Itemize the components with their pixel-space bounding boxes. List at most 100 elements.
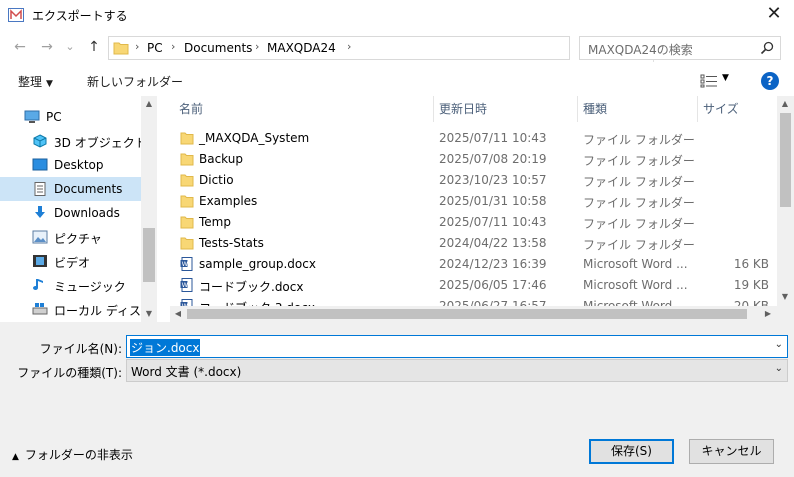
scroll-down-arrow[interactable]: ▼ [141,306,157,322]
navigation-pane: PC 3D オブジェクト Desktop Documents Downloads [0,96,157,322]
sidebar-item-downloads[interactable]: Downloads [0,201,141,225]
hide-folders-label: フォルダーの非表示 [24,448,133,462]
recent-locations-button[interactable]: ⌄ [60,37,80,57]
file-list: ^ 名前 更新日時 種類 サイズ _MAXQDA_System 2025/07/… [170,96,794,322]
address-bar[interactable]: › PC › Documents › MAXQDA24 › ⌄ ↻ [108,36,671,62]
svg-text:W: W [182,260,189,268]
organize-menu[interactable]: 整理 ▼ [18,73,53,90]
maxqda-app-icon [8,8,24,22]
breadcrumb-maxqda24[interactable]: MAXQDA24 [267,41,336,55]
sidebar-item-label: PC [46,110,62,124]
file-name: コードブック.docx [199,280,304,294]
column-header-date[interactable]: 更新日時 [439,96,487,122]
filename-field[interactable]: ジョン.docx ⌄ [126,335,788,358]
table-row[interactable]: Examples 2025/01/31 10:58 ファイル フォルダー [170,191,770,212]
sidebar-item-music[interactable]: ミュージック [0,273,141,297]
table-row[interactable]: W sample_group.docx 2024/12/23 16:39 Mic… [170,254,770,275]
folder-icon [180,195,194,208]
table-row[interactable]: Dictio 2023/10/23 10:57 ファイル フォルダー [170,170,770,191]
file-type: Microsoft Word ... [583,278,688,292]
column-header-name[interactable]: 名前 [179,96,203,122]
desktop-icon [32,158,48,171]
breadcrumb-documents[interactable]: Documents [184,41,252,55]
column-divider[interactable] [697,96,698,122]
file-date: 2023/10/23 10:57 [439,173,547,187]
file-name: Dictio [199,173,234,187]
table-row[interactable]: Tests-Stats 2024/04/22 13:58 ファイル フォルダー [170,233,770,254]
chevron-down-icon[interactable]: ⌄ [775,363,783,374]
search-box[interactable]: MAXQDA24の検索 [579,36,781,60]
scroll-down-arrow[interactable]: ▼ [777,289,793,305]
table-row[interactable]: Backup 2025/07/08 20:19 ファイル フォルダー [170,149,770,170]
organize-label: 整理 [18,75,43,89]
filetype-select[interactable]: Word 文書 (*.docx) ⌄ [126,359,788,382]
sidebar-item-label: Downloads [54,206,120,220]
scroll-up-arrow[interactable]: ▲ [777,96,793,112]
file-type: Microsoft Word ... [583,257,688,271]
sidebar-item-documents[interactable]: Documents [0,177,141,201]
table-row[interactable]: W コードブック.docx 2025/06/05 17:46 Microsoft… [170,275,770,296]
sidebar-item-label: ビデオ [54,256,91,270]
chevron-up-icon: ▲ [12,452,19,462]
new-folder-button[interactable]: 新しいフォルダー [87,73,183,90]
scroll-thumb[interactable] [187,309,747,319]
file-type: ファイル フォルダー [583,238,695,252]
file-date: 2025/01/31 10:58 [439,194,547,208]
file-size: 19 KB [733,278,769,292]
column-header-type[interactable]: 種類 [583,96,607,122]
sidebar-item-pictures[interactable]: ピクチャ [0,225,141,249]
sidebar-item-label: Desktop [54,158,104,172]
scroll-thumb[interactable] [780,113,791,207]
sort-ascending-icon: ^ [298,96,306,102]
help-button[interactable]: ? [761,72,779,90]
filename-input[interactable]: ジョン.docx [130,339,201,356]
scroll-thumb[interactable] [143,228,155,282]
sidebar-item-label: ピクチャ [54,232,102,246]
search-icon [760,41,774,55]
sidebar-item-local-disk[interactable]: ローカル ディスク (C [0,297,157,321]
scroll-left-arrow[interactable]: ◀ [170,306,186,322]
documents-icon [34,182,46,196]
file-name: Examples [199,194,258,208]
music-icon [33,279,43,290]
back-button[interactable]: ← [10,37,30,57]
hide-folders-toggle[interactable]: ▲ フォルダーの非表示 [12,446,133,463]
sidebar-item-label: ミュージック [54,280,126,294]
filetype-value: Word 文書 (*.docx) [131,365,242,379]
file-list-vertical-scrollbar[interactable]: ▲ ▼ [777,96,794,322]
file-name: Backup [199,152,243,166]
caret-down-icon: ▼ [46,79,53,89]
breadcrumb-separator: › [347,40,352,53]
breadcrumb-pc[interactable]: PC [147,41,163,55]
file-list-horizontal-scrollbar[interactable]: ◀ ▶ [170,306,777,322]
search-input[interactable]: MAXQDA24の検索 [588,41,693,58]
view-dropdown-icon[interactable]: ▼ [722,73,729,83]
sidebar-item-desktop[interactable]: Desktop [0,153,141,177]
file-date: 2024/04/22 13:58 [439,236,547,250]
file-name: Tests-Stats [199,236,264,250]
folder-icon [180,174,194,187]
sidebar-item-3d-objects[interactable]: 3D オブジェクト [0,129,147,153]
up-button[interactable]: ↑ [84,37,104,57]
sidebar-item-videos[interactable]: ビデオ [0,249,141,273]
pc-icon [24,110,40,123]
cancel-button[interactable]: キャンセル [689,439,774,464]
breadcrumb-separator: › [255,40,260,53]
view-options-icon[interactable] [700,74,718,88]
scroll-right-arrow[interactable]: ▶ [760,306,776,322]
column-divider[interactable] [433,96,434,122]
chevron-down-icon[interactable]: ⌄ [775,339,783,350]
save-button[interactable]: 保存(S) [589,439,674,464]
scroll-up-arrow[interactable]: ▲ [141,96,157,112]
table-row[interactable]: Temp 2025/07/11 10:43 ファイル フォルダー [170,212,770,233]
filetype-label: ファイルの種類(T): [17,366,122,380]
sidebar-item-pc[interactable]: PC [0,105,141,129]
column-header-size[interactable]: サイズ [703,96,739,122]
navigation-scrollbar[interactable]: ▲ ▼ [141,96,157,322]
column-divider[interactable] [577,96,578,122]
close-button[interactable]: ✕ [764,4,784,24]
folder-icon [180,132,194,145]
filename-label: ファイル名(N): [39,342,122,356]
table-row[interactable]: _MAXQDA_System 2025/07/11 10:43 ファイル フォル… [170,128,770,149]
forward-button[interactable]: → [37,37,57,57]
